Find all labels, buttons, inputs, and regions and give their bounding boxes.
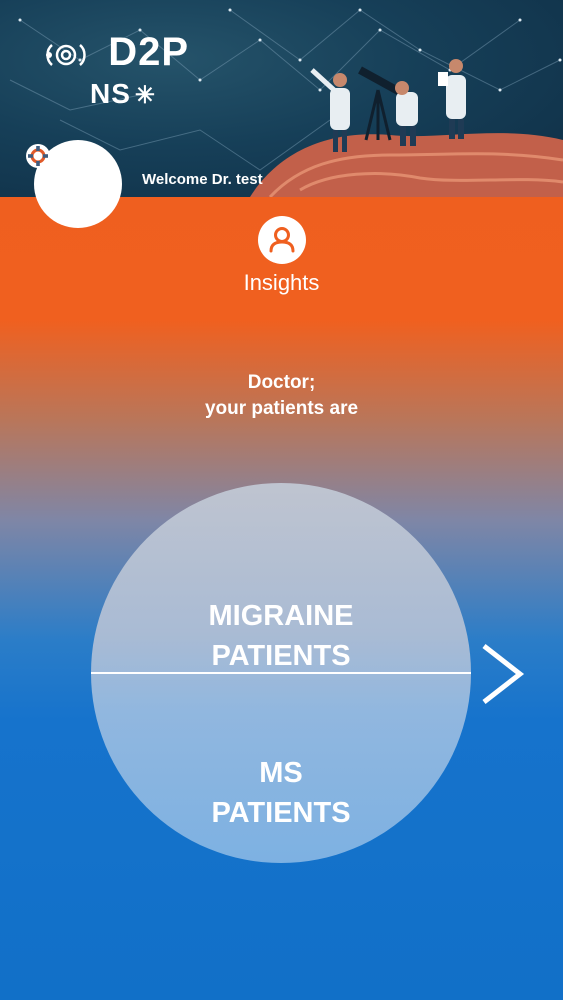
- snowflake-icon: ✳: [134, 82, 157, 109]
- settings-button[interactable]: [26, 144, 50, 168]
- logo-d2p-text: D2P: [108, 30, 190, 74]
- ms-label-line-1: MS: [259, 757, 303, 789]
- page-subtitle: Doctor; your patients are: [0, 370, 563, 422]
- subtitle-line-2: your patients are: [204, 398, 359, 419]
- next-button[interactable]: [478, 641, 528, 707]
- chevron-right-icon: [482, 644, 525, 704]
- migraine-label-line-2: PATIENTS: [211, 640, 351, 672]
- patient-type-selector: MIGRAINE PATIENTS MS PATIENTS: [91, 483, 471, 863]
- welcome-text: Welcome Dr. test: [142, 171, 263, 188]
- gear-icon: [28, 146, 48, 166]
- insights-button[interactable]: [258, 216, 306, 264]
- insights-label[interactable]: Insights: [0, 270, 563, 296]
- divider: [91, 672, 471, 674]
- user-icon: [269, 227, 295, 253]
- migraine-patients-button[interactable]: MIGRAINE PATIENTS: [91, 596, 471, 672]
- ms-patients-button[interactable]: MS PATIENTS: [91, 753, 471, 829]
- ms-label-line-2: PATIENTS: [211, 797, 351, 829]
- logo-subtitle: NS ✳: [90, 78, 156, 110]
- subtitle-line-1: Doctor;: [247, 372, 316, 393]
- logo-ns-text: NS: [90, 78, 131, 109]
- migraine-label-line-1: MIGRAINE: [208, 600, 354, 632]
- logo-wordmark: OOD2P: [44, 30, 189, 75]
